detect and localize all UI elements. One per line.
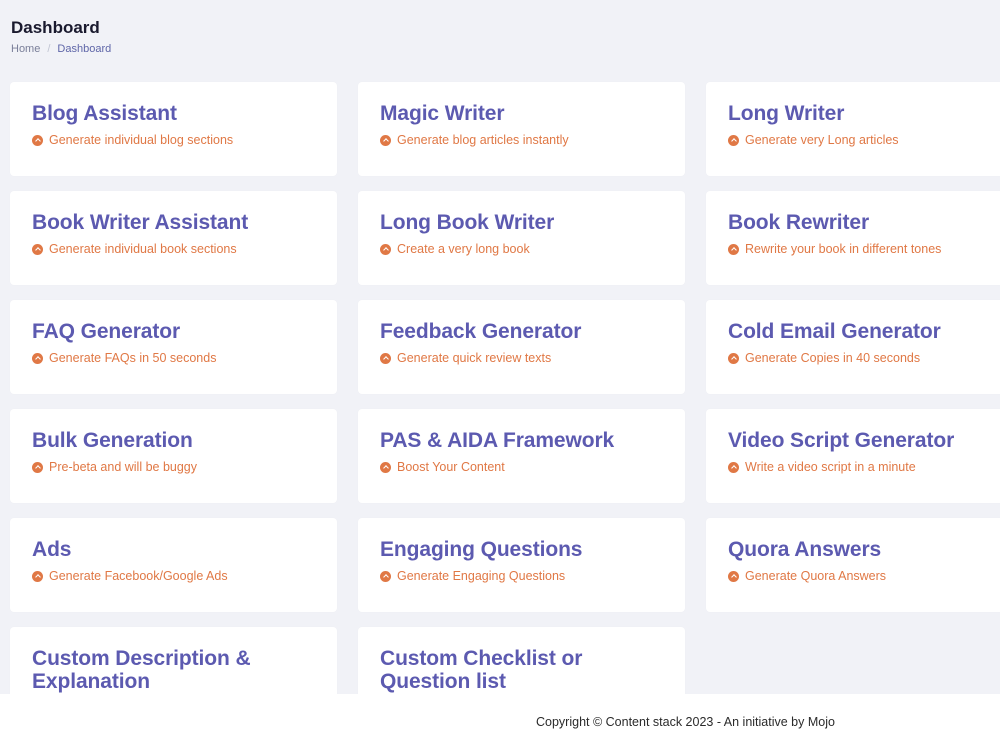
card-book-rewriter[interactable]: Book Rewriter Rewrite your book in diffe…	[706, 191, 1000, 285]
footer-copyright: Copyright © Content stack 2023 - An init…	[536, 715, 835, 729]
card-subtitle: Generate Engaging Questions	[380, 569, 663, 584]
card-subtitle-text: Generate Facebook/Google Ads	[49, 569, 228, 583]
chevron-up-circle-icon	[728, 462, 739, 473]
card-title: Quora Answers	[728, 538, 882, 561]
card-title: FAQ Generator	[32, 320, 181, 343]
card-title: Feedback Generator	[380, 320, 582, 343]
chevron-up-circle-icon	[728, 571, 739, 582]
chevron-up-circle-icon	[32, 135, 43, 146]
chevron-up-circle-icon	[32, 244, 43, 255]
card-title: Long Writer	[728, 102, 845, 125]
card-subtitle: Generate individual blog sections	[32, 133, 315, 148]
footer: Copyright © Content stack 2023 - An init…	[0, 694, 1000, 750]
chevron-up-circle-icon	[32, 353, 43, 364]
page-title: Dashboard	[11, 18, 100, 37]
card-title: Long Book Writer	[380, 211, 555, 234]
card-subtitle-text: Generate blog articles instantly	[397, 133, 569, 147]
card-subtitle: Rewrite your book in different tones	[728, 242, 1000, 257]
card-subtitle: Generate blog articles instantly	[380, 133, 663, 148]
chevron-up-circle-icon	[728, 353, 739, 364]
card-subtitle: Generate Copies in 40 seconds	[728, 351, 1000, 366]
card-subtitle: Generate FAQs in 50 seconds	[32, 351, 315, 366]
card-magic-writer[interactable]: Magic Writer Generate blog articles inst…	[358, 82, 685, 176]
card-video-script-generator[interactable]: Video Script Generator Write a video scr…	[706, 409, 1000, 503]
card-long-book-writer[interactable]: Long Book Writer Create a very long book	[358, 191, 685, 285]
card-subtitle-text: Generate individual blog sections	[49, 133, 234, 147]
chevron-up-circle-icon	[32, 571, 43, 582]
card-faq-generator[interactable]: FAQ Generator Generate FAQs in 50 second…	[10, 300, 337, 394]
tool-card-grid: Blog Assistant Generate individual blog …	[10, 82, 1000, 721]
card-subtitle-text: Generate Quora Answers	[745, 569, 887, 583]
card-subtitle: Generate individual book sections	[32, 242, 315, 257]
chevron-up-circle-icon	[380, 244, 391, 255]
card-title: Ads	[32, 538, 72, 561]
card-title: Engaging Questions	[380, 538, 583, 561]
breadcrumb-current: Dashboard	[57, 43, 112, 55]
card-long-writer[interactable]: Long Writer Generate very Long articles	[706, 82, 1000, 176]
card-engaging-questions[interactable]: Engaging Questions Generate Engaging Que…	[358, 518, 685, 612]
card-title: Video Script Generator	[728, 429, 955, 452]
card-book-writer-assistant[interactable]: Book Writer Assistant Generate individua…	[10, 191, 337, 285]
breadcrumb-separator: /	[47, 43, 51, 55]
card-subtitle-text: Generate Engaging Questions	[397, 569, 566, 583]
card-subtitle-text: Rewrite your book in different tones	[745, 242, 942, 256]
card-subtitle-text: Generate very Long articles	[745, 133, 899, 147]
card-title: Book Writer Assistant	[32, 211, 249, 234]
card-subtitle: Write a video script in a minute	[728, 460, 1000, 475]
card-subtitle-text: Write a video script in a minute	[745, 460, 916, 474]
card-title: Custom Description & Explanation	[32, 647, 251, 693]
card-subtitle-text: Generate Copies in 40 seconds	[745, 351, 921, 365]
card-title: Blog Assistant	[32, 102, 177, 125]
card-bulk-generation[interactable]: Bulk Generation Pre-beta and will be bug…	[10, 409, 337, 503]
card-subtitle: Generate very Long articles	[728, 133, 1000, 148]
card-cold-email-generator[interactable]: Cold Email Generator Generate Copies in …	[706, 300, 1000, 394]
chevron-up-circle-icon	[380, 462, 391, 473]
chevron-up-circle-icon	[380, 135, 391, 146]
card-subtitle: Generate Quora Answers	[728, 569, 1000, 584]
card-title: Cold Email Generator	[728, 320, 941, 343]
card-subtitle: Boost Your Content	[380, 460, 663, 475]
card-pas-aida-framework[interactable]: PAS & AIDA Framework Boost Your Content	[358, 409, 685, 503]
card-subtitle-text: Generate quick review texts	[397, 351, 552, 365]
card-title: Book Rewriter	[728, 211, 870, 234]
card-title: Bulk Generation	[32, 429, 193, 452]
chevron-up-circle-icon	[380, 571, 391, 582]
card-subtitle-text: Generate FAQs in 50 seconds	[49, 351, 217, 365]
card-subtitle: Create a very long book	[380, 242, 663, 257]
card-title: Magic Writer	[380, 102, 505, 125]
card-subtitle-text: Boost Your Content	[397, 460, 505, 474]
chevron-up-circle-icon	[728, 244, 739, 255]
breadcrumb: Home / Dashboard	[11, 42, 111, 56]
card-subtitle: Generate quick review texts	[380, 351, 663, 366]
card-title: PAS & AIDA Framework	[380, 429, 615, 452]
page-header: Dashboard Home / Dashboard	[11, 17, 111, 56]
card-feedback-generator[interactable]: Feedback Generator Generate quick review…	[358, 300, 685, 394]
chevron-up-circle-icon	[32, 462, 43, 473]
card-subtitle-text: Generate individual book sections	[49, 242, 237, 256]
card-subtitle-text: Pre-beta and will be buggy	[49, 460, 198, 474]
card-subtitle-text: Create a very long book	[397, 242, 530, 256]
chevron-up-circle-icon	[728, 135, 739, 146]
card-title: Custom Checklist or Question list	[380, 647, 583, 693]
card-subtitle: Pre-beta and will be buggy	[32, 460, 315, 475]
card-blog-assistant[interactable]: Blog Assistant Generate individual blog …	[10, 82, 337, 176]
card-quora-answers[interactable]: Quora Answers Generate Quora Answers	[706, 518, 1000, 612]
card-ads[interactable]: Ads Generate Facebook/Google Ads	[10, 518, 337, 612]
chevron-up-circle-icon	[380, 353, 391, 364]
card-subtitle: Generate Facebook/Google Ads	[32, 569, 315, 584]
breadcrumb-home-link[interactable]: Home	[11, 42, 40, 56]
